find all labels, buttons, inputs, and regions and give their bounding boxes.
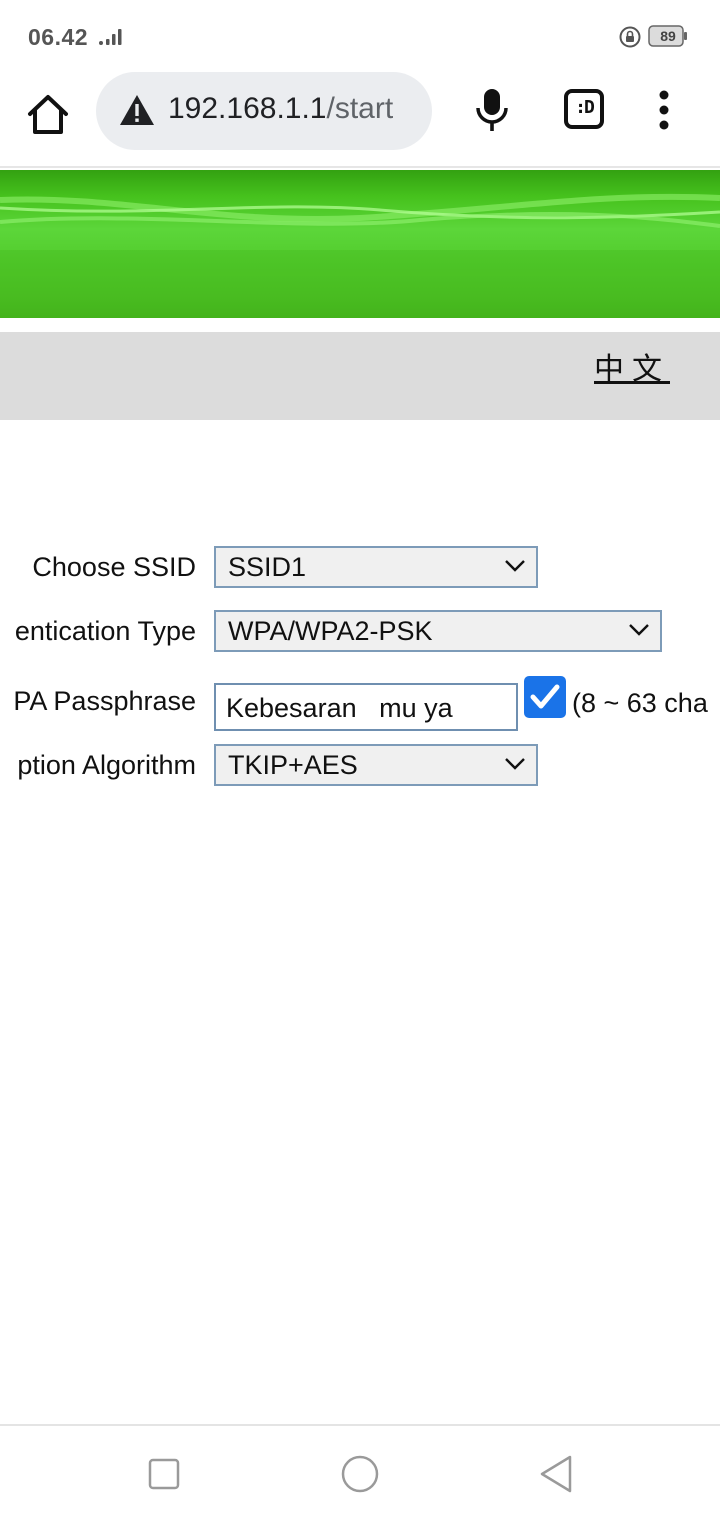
status-bar: 06.42 89 [0,0,720,72]
encryption-algorithm-label: ption Algorithm [17,750,196,780]
system-nav-bar [0,1424,720,1522]
address-bar[interactable]: 192.168.1.1/start [96,72,432,150]
recents-square-icon[interactable] [148,1458,180,1490]
url-text[interactable]: 192.168.1.1/start [168,92,393,126]
home-icon[interactable] [22,88,74,140]
browser-toolbar: 192.168.1.1/start :D [0,72,720,168]
chevron-down-icon [505,758,525,770]
battery-level: 89 [660,28,676,44]
banner-wave-image [0,193,720,318]
language-bar: 中文 [0,332,720,420]
language-link[interactable]: 中文 [594,344,670,388]
mic-icon[interactable] [470,86,514,134]
passphrase-value: Kebesaran mu ya [226,693,453,723]
ssid-select-value: SSID1 [228,552,307,582]
warning-icon[interactable] [119,93,155,127]
show-passphrase-checkbox[interactable] [524,676,566,718]
passphrase-hint: (8 ~ 63 cha [572,688,708,718]
more-vert-icon[interactable] [646,88,682,132]
tabs-icon[interactable]: :D [564,89,604,129]
url-host: 192.168.1.1 [168,92,327,125]
passphrase-label: PA Passphrase [13,686,196,716]
auth-type-select-value: WPA/WPA2-PSK [228,616,433,646]
signal-icon [99,29,122,45]
auth-type-select[interactable]: WPA/WPA2-PSK [214,610,662,652]
tabs-count: :D [575,97,595,118]
web-page: 中文 Choose SSID SSID1 entication Type WPA… [0,168,720,1424]
passphrase-input[interactable]: Kebesaran mu ya [214,683,518,731]
home-circle-icon[interactable] [340,1454,380,1494]
url-path: /start [326,92,394,125]
chevron-down-icon [505,560,525,572]
encryption-algorithm-select[interactable]: TKIP+AES [214,744,538,786]
chevron-down-icon [629,624,649,636]
ssid-select[interactable]: SSID1 [214,546,538,588]
back-triangle-icon[interactable] [538,1454,574,1494]
router-banner [0,170,720,318]
checkmark-icon [530,684,560,709]
ssid-label: Choose SSID [32,552,196,582]
rotation-lock-icon [619,26,641,48]
encryption-algorithm-value: TKIP+AES [228,750,358,780]
status-time: 06.42 [28,24,89,50]
auth-type-label: entication Type [14,616,196,646]
